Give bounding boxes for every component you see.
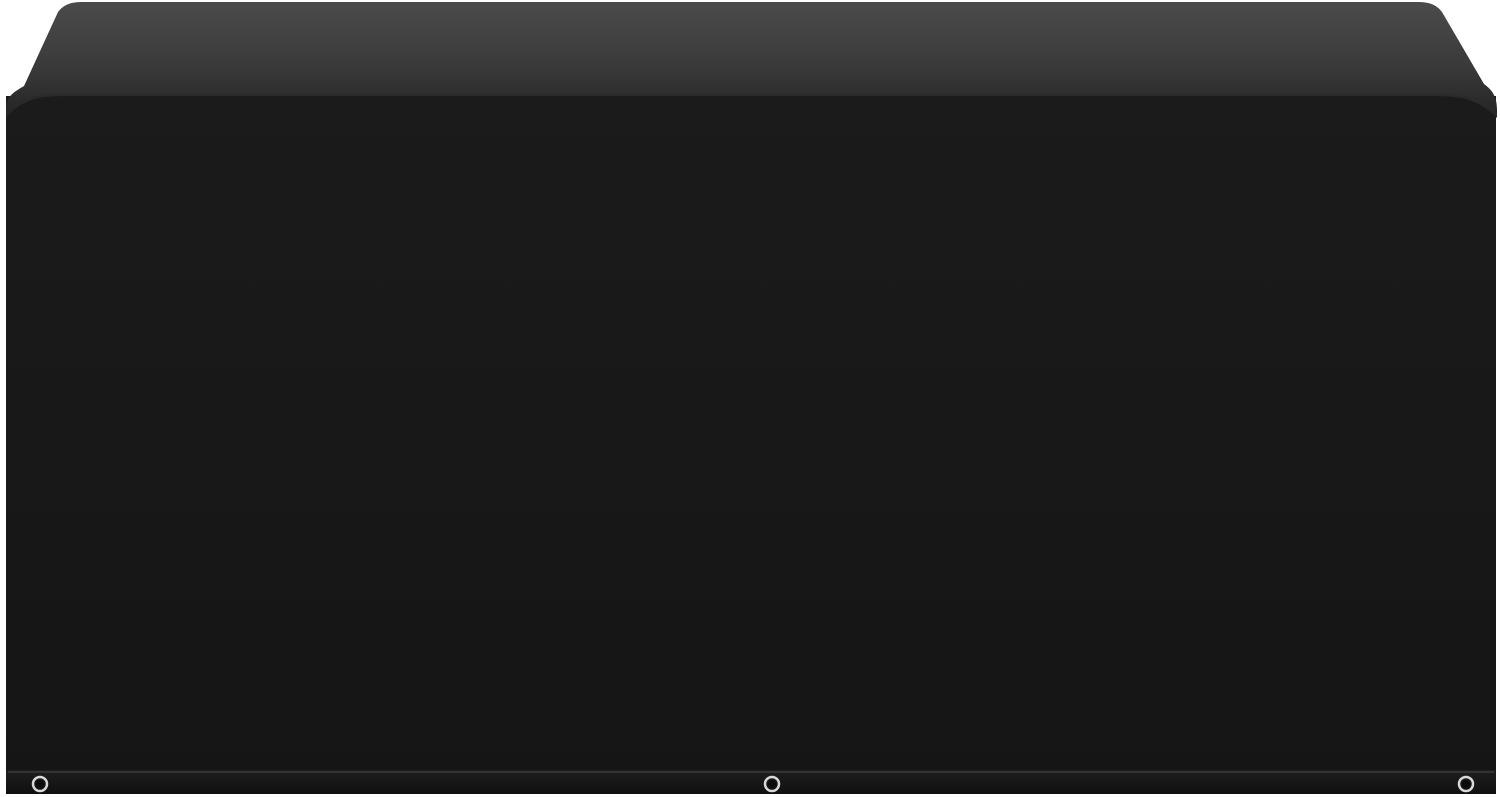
product-photo xyxy=(0,0,1500,797)
cover-hem xyxy=(6,770,1496,794)
cover-front-panel xyxy=(6,96,1496,792)
furniture-cover-illustration xyxy=(6,2,1497,794)
